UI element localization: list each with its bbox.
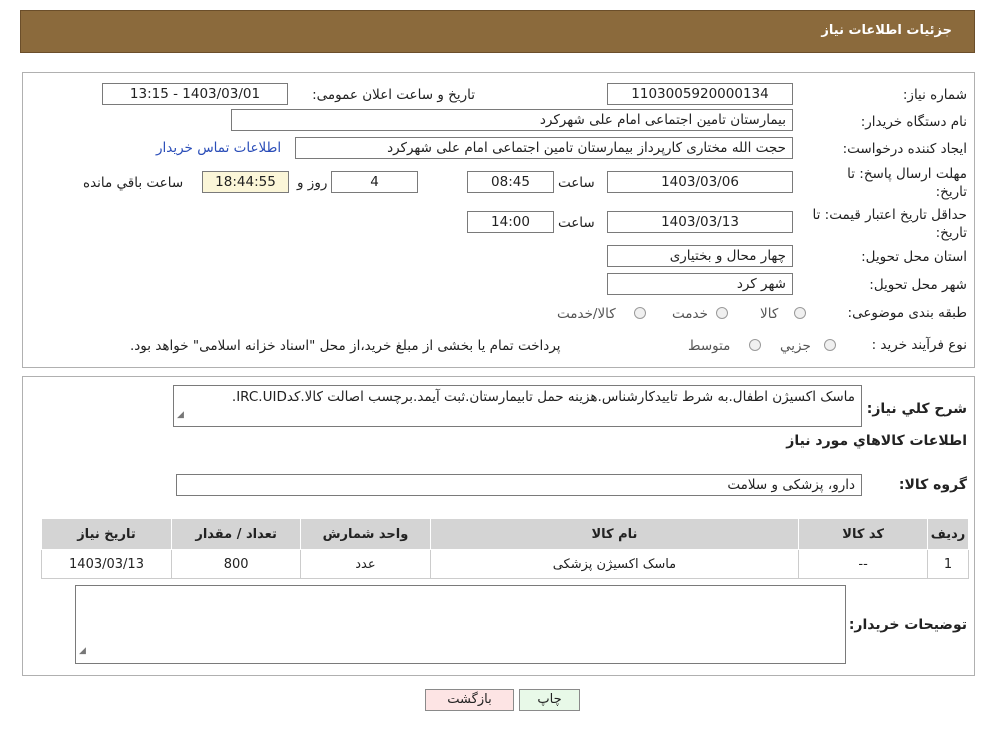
back-button[interactable]: بازگشت: [425, 689, 514, 711]
process-option-medium: متوسط: [688, 338, 731, 354]
days-field: 4: [331, 171, 418, 193]
process-radio-medium[interactable]: [749, 339, 761, 351]
page-title: جزئیات اطلاعات نیاز: [821, 23, 952, 38]
col-header-item-name: نام کالا: [429, 518, 800, 550]
need-number-field: 1103005920000134: [607, 83, 793, 105]
category-label: طبقه بندی موضوعی:: [847, 305, 967, 321]
deadline-date-field: 1403/03/06: [607, 171, 793, 193]
days-label: روز و: [297, 175, 328, 191]
remaining-time-field: 18:44:55: [202, 171, 289, 193]
process-note: پرداخت تمام یا بخشی از مبلغ خرید،از محل …: [130, 338, 561, 354]
category-radio-goods[interactable]: [794, 307, 806, 319]
col-header-row-number: رديف: [927, 518, 969, 550]
col-header-need-date: تاریخ نیاز: [41, 518, 172, 550]
summary-label: شرح کلي نياز:: [866, 401, 967, 417]
items-table-header: رديف کد کالا نام کالا واحد شمارش تعداد /…: [41, 518, 969, 550]
summary-textarea[interactable]: ماسک اکسیژن اطفال.به شرط تاییدکارشناس.هز…: [173, 385, 862, 427]
creator-field: حجت الله مختاری کارپرداز بیمارستان تامین…: [295, 137, 793, 159]
city-field: شهر کرد: [607, 273, 793, 295]
deadline-time-field: 08:45: [467, 171, 554, 193]
province-field: چهار محال و بختیاری: [607, 245, 793, 267]
print-button[interactable]: چاپ: [519, 689, 580, 711]
buyer-org-field: بیمارستان تامین اجتماعی امام علی شهرکرد: [231, 109, 793, 131]
deadline-label: مهلت ارسال پاسخ: تا تاریخ:: [847, 166, 967, 200]
remaining-label: ساعت باقي مانده: [83, 175, 184, 191]
min-validity-time-label: ساعت: [558, 215, 595, 231]
process-label: نوع فرآیند خرید :: [871, 337, 967, 353]
category-option-service: خدمت: [672, 306, 708, 322]
buyer-org-label: نام دستگاه خریدار:: [860, 114, 967, 130]
resize-handle-icon[interactable]: ◢: [177, 407, 184, 424]
items-section-title: اطلاعات کالاهاي مورد نياز: [786, 433, 967, 449]
col-header-item-code: کد کالا: [798, 518, 929, 550]
process-option-minor: جزیي: [780, 338, 811, 354]
goods-group-field: دارو، پزشکی و سلامت: [176, 474, 862, 496]
resize-handle-icon[interactable]: ◢: [79, 641, 86, 661]
table-row: 1 -- ماسک اکسیژن پزشکی عدد 800 1403/03/1…: [41, 549, 969, 579]
items-table: رديف کد کالا نام کالا واحد شمارش تعداد /…: [41, 518, 969, 579]
category-option-goods-service: کالا/خدمت: [557, 306, 616, 322]
goods-group-label: گروه کالا:: [898, 477, 967, 493]
creator-label: ایجاد کننده درخواست:: [842, 141, 967, 157]
cell-need-date: 1403/03/13: [41, 549, 172, 579]
col-header-quantity: تعداد / مقدار: [170, 518, 302, 550]
summary-text: ماسک اکسیژن اطفال.به شرط تاییدکارشناس.هز…: [231, 389, 855, 405]
need-number-label: شماره نیاز:: [902, 87, 967, 103]
deadline-time-label: ساعت: [558, 175, 595, 191]
cell-row-number: 1: [927, 549, 969, 579]
category-radio-goods-service[interactable]: [634, 307, 646, 319]
process-radio-minor[interactable]: [824, 339, 836, 351]
category-option-goods: کالا: [760, 306, 779, 322]
items-table-container: رديف کد کالا نام کالا واحد شمارش تعداد /…: [41, 518, 969, 579]
cell-item-name: ماسک اکسیژن پزشکی: [429, 549, 800, 579]
buyer-notes-label: توضیحات خریدار:: [848, 617, 967, 633]
category-radio-service[interactable]: [716, 307, 728, 319]
cell-item-code: --: [798, 549, 929, 579]
cell-quantity: 800: [170, 549, 302, 579]
city-label: شهر محل تحویل:: [869, 277, 967, 293]
min-validity-date-field: 1403/03/13: [607, 211, 793, 233]
page-header: جزئیات اطلاعات نیاز: [20, 10, 975, 53]
buyer-notes-textarea[interactable]: ◢: [75, 585, 846, 664]
cell-unit: عدد: [300, 549, 431, 579]
announce-label: تاریخ و ساعت اعلان عمومی:: [312, 87, 475, 103]
announce-datetime-field: 1403/03/01 - 13:15: [102, 83, 288, 105]
col-header-unit: واحد شمارش: [300, 518, 431, 550]
province-label: استان محل تحویل:: [861, 249, 967, 265]
min-validity-label: حداقل تاریخ اعتبار قیمت: تا تاریخ:: [812, 207, 967, 241]
min-validity-time-field: 14:00: [467, 211, 554, 233]
buyer-contact-link[interactable]: اطلاعات تماس خریدار: [156, 140, 281, 156]
